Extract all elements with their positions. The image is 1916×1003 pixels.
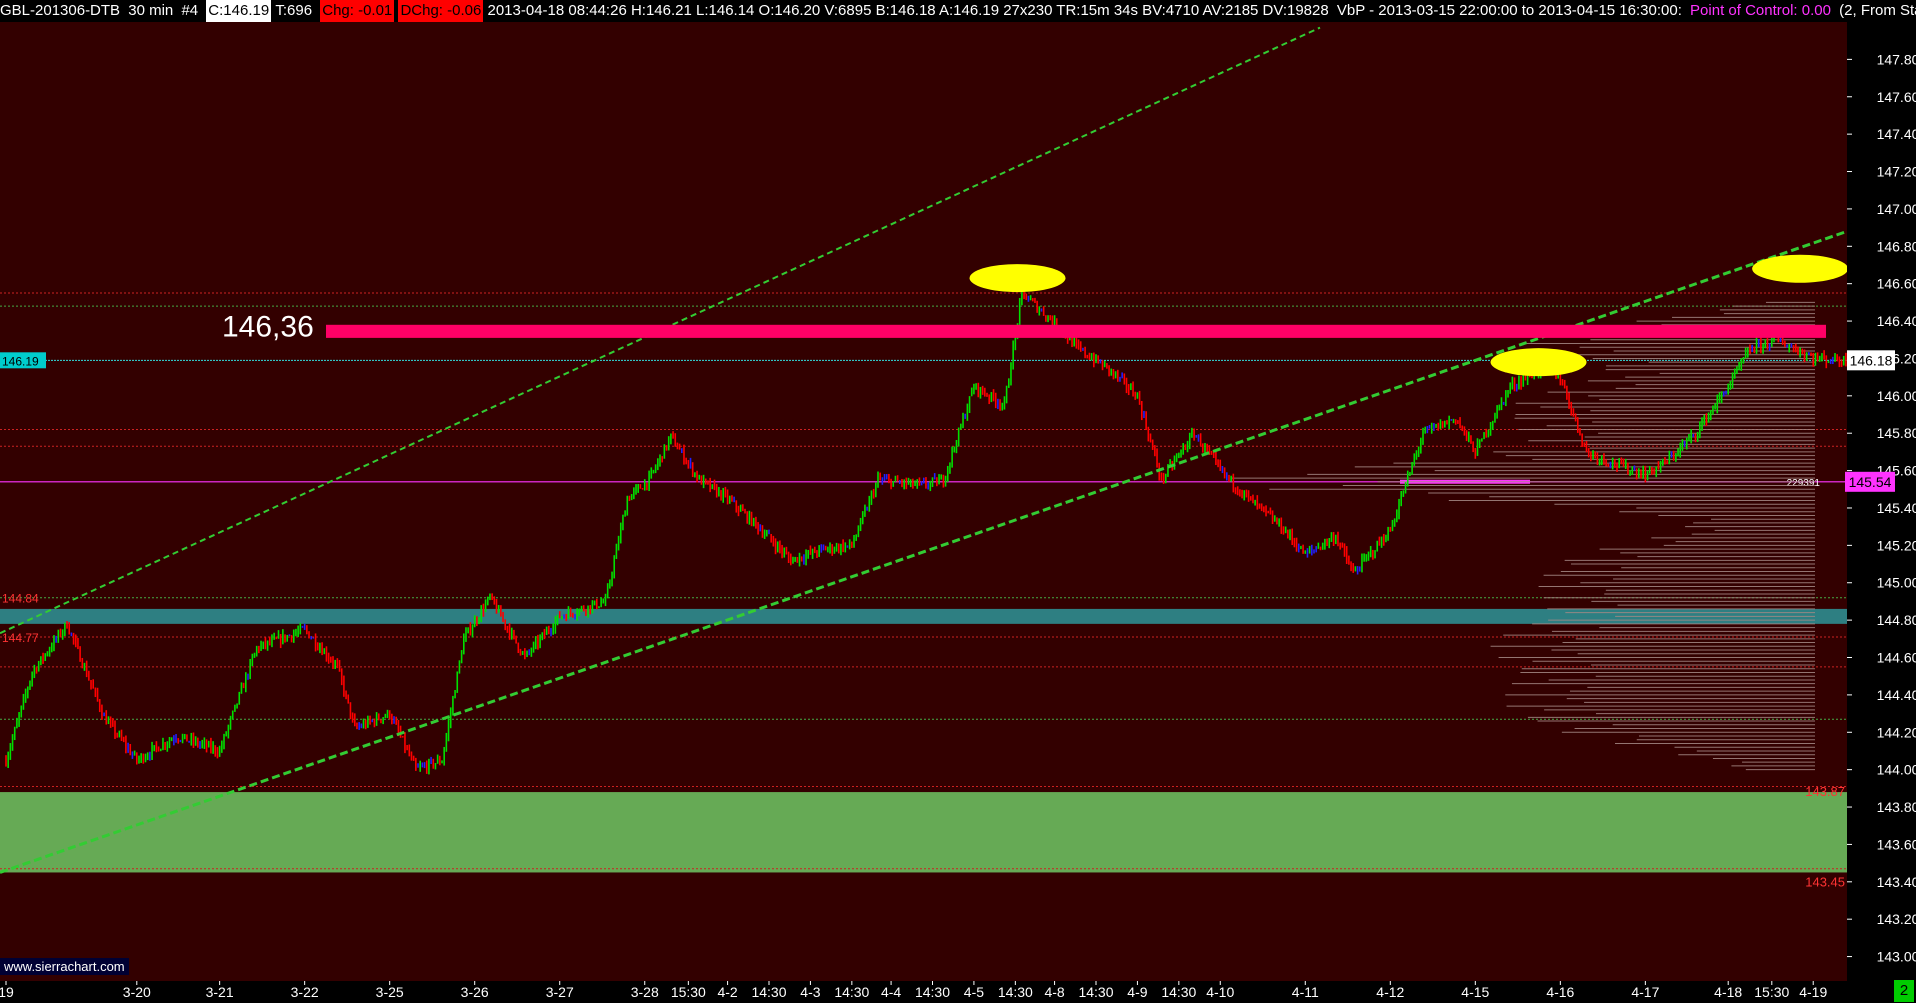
price-tick-label: 146.60 — [1877, 276, 1916, 292]
current-price-left-label: 146.19 — [2, 354, 39, 368]
price-tick-label: 145.00 — [1877, 575, 1916, 591]
price-tick-label: 143.00 — [1877, 949, 1916, 965]
time-tick-label: 3-27 — [546, 984, 574, 1000]
time-tick-label: 4-17 — [1631, 984, 1659, 1000]
price-tick-label: 147.80 — [1877, 51, 1916, 67]
time-tick-label: 4-16 — [1546, 984, 1574, 1000]
time-tick-label: 4-2 — [717, 984, 737, 1000]
price-tick-label: 143.20 — [1877, 911, 1916, 927]
time-tick-label: 4-11 — [1292, 984, 1319, 1000]
tick-count: T:696 — [275, 2, 313, 19]
time-tick-label: 14:30 — [915, 984, 950, 1000]
time-tick-label: 4-3 — [800, 984, 820, 1000]
zones-layer — [0, 22, 1847, 981]
time-axis: 19 3-20 3-21 3-22 3-25 3-26 3-27 3-28 15:30 4-2 14… — [0, 981, 1916, 1003]
time-tick-label: 4-18 — [1714, 984, 1742, 1000]
price-tick-label: 144.20 — [1877, 724, 1916, 740]
time-tick-label: 4-4 — [881, 984, 901, 1000]
price-tick-label: 146.40 — [1877, 313, 1916, 329]
price-tick-label: 143.40 — [1877, 874, 1916, 890]
time-tick-label: 4-15 — [1461, 984, 1489, 1000]
time-tick-label: 19 — [0, 984, 14, 1000]
time-tick-label: 3-21 — [206, 984, 234, 1000]
price-plot[interactable]: 229391 146,36 144.84 144.77 146.19 147.80 14… — [0, 22, 1916, 1003]
point-of-control-label: Point of Control: 0.00 — [1690, 2, 1831, 19]
highlight-ellipse — [1490, 348, 1587, 377]
low-level-label: 143.45 — [1805, 874, 1845, 889]
time-tick-label: 14:30 — [751, 984, 786, 1000]
price-tick-label: 147.40 — [1877, 126, 1916, 142]
annotation-price-label: 146,36 — [222, 311, 314, 344]
from-start-label: (2, From Start Da — [1839, 2, 1916, 19]
price-tick-label: 143.60 — [1877, 836, 1916, 852]
teal-band — [0, 608, 1847, 624]
period-label: 30 min — [128, 2, 174, 19]
price-tick-label: 144.40 — [1877, 687, 1916, 703]
price-tick-label: 144.80 — [1877, 612, 1916, 628]
time-tick-label: 3-28 — [631, 984, 659, 1000]
price-tick-label: 144.00 — [1877, 762, 1916, 778]
price-tick-label: 143.80 — [1877, 799, 1916, 815]
price-tick-label: 144.60 — [1877, 650, 1916, 666]
price-tick-label: 145.40 — [1877, 500, 1916, 516]
time-tick-label: 4-10 — [1206, 984, 1234, 1000]
change-value: Chg: -0.01 — [320, 0, 395, 22]
time-tick-label: 4-12 — [1376, 984, 1404, 1000]
support-zone — [0, 792, 1847, 873]
sierrachart-watermark[interactable]: www.sierrachart.com — [0, 958, 129, 975]
time-tick-label: 3-22 — [291, 984, 319, 1000]
close-price: C:146.19 — [206, 0, 272, 22]
time-tick-label: 14:30 — [834, 984, 869, 1000]
time-axis-background — [0, 981, 1916, 1003]
chart-count-badge[interactable]: 2 — [1894, 980, 1914, 1002]
chart-window: GBL-201306-DTB 30 min #4 C:146.19 T:696 … — [0, 0, 1916, 1003]
time-tick-label: 3-26 — [461, 984, 489, 1000]
time-tick-label: 15:30 — [1754, 984, 1789, 1000]
chart-header: GBL-201306-DTB 30 min #4 C:146.19 T:696 … — [0, 0, 1916, 22]
low-level-label: 143.87 — [1805, 784, 1845, 799]
symbol-label: GBL-201306-DTB — [0, 2, 121, 19]
price-tick-label: 146.80 — [1877, 238, 1916, 254]
price-tick-label: 145.80 — [1877, 425, 1916, 441]
price-tick-label: 145.20 — [1877, 537, 1916, 553]
daily-change-value: DChg: -0.06 — [398, 0, 484, 22]
price-tick-label: 147.60 — [1877, 89, 1916, 105]
current-price-axis-label: 146.18 — [1850, 352, 1893, 368]
time-tick-label: 4-19 — [1799, 984, 1827, 1000]
poc-volume-label: 229391 — [1787, 478, 1821, 489]
time-tick-label: 14:30 — [1161, 984, 1196, 1000]
time-tick-label: 14:30 — [998, 984, 1033, 1000]
bar-info: 2013-04-18 08:44:26 H:146.21 L:146.14 O:… — [487, 2, 1329, 19]
time-tick-label: 4-5 — [964, 984, 984, 1000]
price-tick-label: 146.00 — [1877, 388, 1916, 404]
poc-axis-label: 145.54 — [1849, 474, 1892, 490]
time-tick-label: 4-8 — [1044, 984, 1064, 1000]
highlight-ellipse — [969, 264, 1066, 293]
left-level-label: 144.84 — [2, 592, 39, 606]
vbp-info: VbP - 2013-03-15 22:00:00 to 2013-04-15 … — [1336, 2, 1682, 19]
time-tick-label: 3-25 — [376, 984, 404, 1000]
resistance-band — [326, 324, 1826, 338]
price-tick-label: 147.20 — [1877, 164, 1916, 180]
time-tick-label: 14:30 — [1078, 984, 1113, 1000]
time-tick-label: 4-9 — [1127, 984, 1147, 1000]
left-level-label: 144.77 — [2, 631, 39, 645]
chart-number: #4 — [181, 2, 199, 19]
time-tick-label: 15:30 — [671, 984, 706, 1000]
price-tick-label: 147.00 — [1877, 201, 1916, 217]
highlight-ellipse — [1752, 254, 1849, 283]
time-tick-label: 3-20 — [123, 984, 151, 1000]
